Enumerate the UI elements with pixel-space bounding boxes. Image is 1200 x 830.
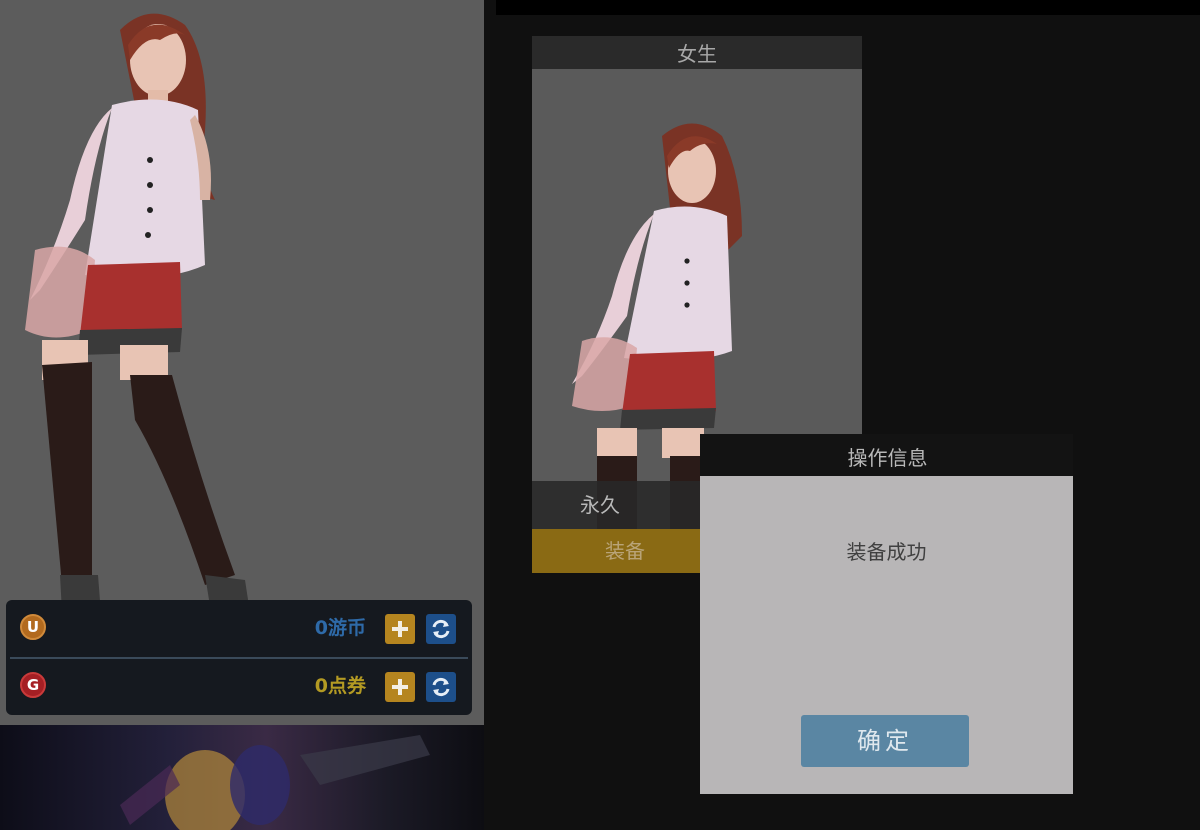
game-coin-row: U 0游币 — [6, 600, 472, 657]
add-voucher-button[interactable] — [385, 672, 415, 702]
refresh-icon — [432, 677, 450, 697]
u-coin-icon: U — [20, 614, 46, 640]
voucher-row: G 0点券 — [6, 658, 472, 715]
game-coin-value: 0游币 — [314, 617, 366, 639]
top-bar — [496, 0, 1200, 15]
plus-icon — [392, 679, 408, 695]
plus-icon — [392, 621, 408, 637]
confirm-button[interactable]: 确定 — [801, 715, 969, 767]
item-title: 女生 — [532, 36, 862, 69]
currency-panel: U 0游币 G 0点券 — [6, 600, 472, 715]
g-voucher-icon: G — [20, 672, 46, 698]
refresh-coin-button[interactable] — [426, 614, 456, 644]
refresh-icon — [432, 619, 450, 639]
voucher-value: 0点券 — [314, 675, 366, 697]
dialog-title: 操作信息 — [700, 434, 1073, 476]
dialog-message: 装备成功 — [846, 540, 927, 564]
promo-banner[interactable] — [0, 725, 484, 830]
character-large-image — [25, 13, 258, 668]
character-preview-panel: U 0游币 G 0点券 — [0, 0, 484, 725]
dialog-body: 装备成功 确定 — [700, 476, 1073, 794]
operation-info-dialog: 操作信息 装备成功 确定 — [700, 434, 1073, 794]
refresh-voucher-button[interactable] — [426, 672, 456, 702]
game-shop-screen: U 0游币 G 0点券 女生 永久 装备 操作信息 装备成功 确定 — [0, 0, 1200, 830]
add-coin-button[interactable] — [385, 614, 415, 644]
banner-artwork — [120, 735, 430, 830]
